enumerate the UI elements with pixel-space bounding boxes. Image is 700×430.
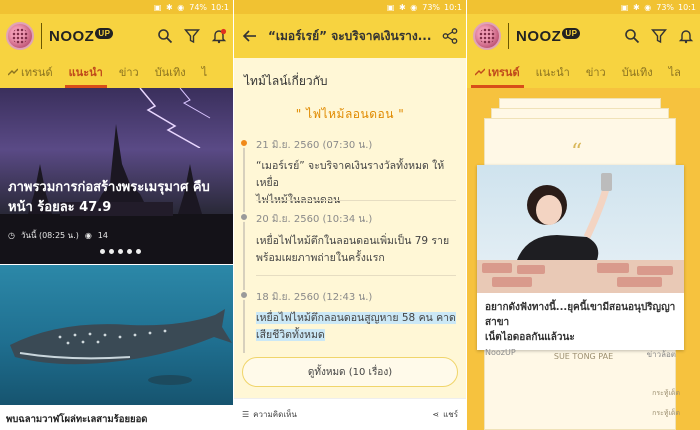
category-tabs: เทรนด์ แนะนำ ข่าว บันเทิง ไล: [467, 58, 700, 88]
status-bar: ▣ ✱ ◉ 73% 10:1: [467, 0, 700, 14]
tab-more[interactable]: ไล: [661, 63, 689, 88]
search-icon[interactable]: [157, 28, 173, 44]
credit-label: กระทู้เด็ด: [652, 409, 680, 417]
logo-divider: [41, 23, 42, 49]
share-small-icon: ⋖: [432, 410, 440, 419]
credit-label: กระทู้เด็ด: [652, 389, 680, 397]
carousel-dot[interactable]: [100, 249, 105, 254]
timeline-dot-active: [239, 138, 249, 148]
status-bar: ▣ ✱ ◉ 74% 10:1: [0, 0, 233, 14]
timeline-text-highlighted: เหยื่อไฟไหม้ตึกลอนดอนสูญหาย 58 คน คาด เส…: [256, 312, 456, 341]
tab-news[interactable]: ข่าว: [111, 63, 147, 88]
screenshot-collage: ▣ ✱ ◉ 74% 10:1 NOOZ UP เทรนด์ แนะนำ ข่าว …: [0, 0, 700, 430]
clock: 10:1: [678, 2, 696, 12]
filter-icon[interactable]: [651, 28, 667, 44]
tab-recommended[interactable]: แนะนำ: [528, 63, 578, 88]
share-icon[interactable]: [442, 28, 458, 44]
view-all-button[interactable]: ดูทั้งหมด (10 เรื่อง): [242, 357, 458, 387]
status-icons: ▣ ✱ ◉: [153, 2, 186, 12]
trend-arrow-icon: [8, 68, 18, 76]
second-headline[interactable]: พบฉลามวาฬโผล่ทะเลสามร้อยยอด: [0, 405, 233, 430]
timeline-rail: [243, 143, 245, 353]
trend-arrow-icon: [475, 68, 485, 76]
card-image: [477, 165, 684, 293]
detail-app-bar: “เมอร์เรย์” จะบริจาคเงินราง...: [234, 14, 466, 58]
clock: 10:1: [211, 2, 229, 12]
share-label: แชร์: [443, 410, 458, 419]
carousel-dot[interactable]: [118, 249, 123, 254]
app-bar: NOOZ UP: [0, 14, 233, 58]
timeline-divider: [256, 200, 456, 201]
timeline-text: เหยื่อไฟไหม้ตึกในลอนดอนเพิ่มเป็น 79 ราย …: [256, 235, 450, 264]
category-tabs: เทรนด์ แนะนำ ข่าว บันเทิง ไ: [0, 58, 233, 88]
home-feed-screen: ▣ ✱ ◉ 74% 10:1 NOOZ UP เทรนด์ แนะนำ ข่าว …: [0, 0, 233, 430]
battery-level: 74%: [189, 2, 208, 12]
detail-footer: ☰ ความคิดเห็น ⋖ แชร์: [234, 398, 466, 430]
app-bar: NOOZ UP: [467, 14, 700, 58]
timeline-date: 21 มิ.ย. 2560 (07:30 น.): [256, 140, 373, 151]
hero-headline[interactable]: ภาพรวมการก่อสร้างพระเมรุมาศ คืบหน้า ร้อย…: [8, 178, 228, 218]
trend-screen: ▣ ✱ ◉ 73% 10:1 NOOZ UP เทรนด์ แนะนำ ข่าว …: [467, 0, 700, 430]
notification-bell-icon[interactable]: [211, 28, 227, 44]
whale-shark-graphic: [10, 309, 232, 385]
notification-bell-icon[interactable]: [678, 28, 694, 44]
logo-divider: [508, 23, 509, 49]
timeline-divider: [256, 275, 456, 276]
filter-icon[interactable]: [184, 28, 200, 44]
back-arrow-icon[interactable]: [242, 28, 258, 44]
status-bar: ▣ ✱ ◉ 73% 10:1: [234, 0, 466, 14]
app-logo-text: NOOZ UP: [516, 27, 581, 45]
app-logo-text: NOOZ UP: [49, 27, 114, 45]
quote-mark-icon: “: [571, 140, 583, 165]
timeline-dot: [239, 212, 249, 222]
tab-trend[interactable]: เทรนด์: [0, 63, 61, 88]
battery-level: 73%: [422, 2, 441, 12]
search-icon[interactable]: [624, 28, 640, 44]
hero-time: วันนี้ (08:25 น.): [20, 231, 79, 240]
timeline-date: 20 มิ.ย. 2560 (10:34 น.): [256, 214, 373, 225]
tab-more[interactable]: ไ: [194, 63, 216, 88]
timeline-text: “เมอร์เรย์” จะบริจาคเงินรางวัลทั้งหมด ให…: [256, 160, 445, 206]
carousel-dot[interactable]: [136, 249, 141, 254]
selfie-woman-graphic: [477, 173, 684, 293]
tab-recommended[interactable]: แนะนำ: [61, 63, 111, 88]
timeline-dot: [239, 290, 249, 300]
clock: 10:1: [444, 2, 462, 12]
detail-title: “เมอร์เรย์” จะบริจาคเงินราง...: [268, 28, 432, 43]
clock-icon: ◷: [8, 231, 15, 240]
battery-level: 73%: [656, 2, 675, 12]
timeline-date: 18 มิ.ย. 2560 (12:43 น.): [256, 292, 373, 303]
logo-badge: UP: [562, 27, 581, 39]
carousel-indicator[interactable]: [100, 249, 141, 254]
timeline-heading: ไทม์ไลน์เกี่ยวกับ: [244, 74, 328, 88]
comment-button[interactable]: ☰ ความคิดเห็น: [242, 408, 297, 421]
tab-entertainment[interactable]: บันเทิง: [614, 63, 661, 88]
timeline-screen: ▣ ✱ ◉ 73% 10:1 “เมอร์เรย์” จะบริจาคเงินร…: [234, 0, 466, 430]
app-logo-icon: [6, 22, 34, 50]
status-icons: ▣ ✱ ◉: [620, 2, 653, 12]
footer-share-button[interactable]: ⋖ แชร์: [432, 408, 458, 421]
eye-icon: ◉: [84, 231, 92, 240]
carousel-dot[interactable]: [127, 249, 132, 254]
tab-trend[interactable]: เทรนด์: [467, 63, 528, 88]
comment-icon: ☰: [242, 410, 250, 419]
hero-views: 14: [97, 231, 108, 240]
tab-news[interactable]: ข่าว: [578, 63, 614, 88]
next-card-caption: SUE TONG PAE: [553, 352, 614, 361]
card-headline: อยากดังฟังทางนี้...ยุคนี้เขามีสอนอนุปริญ…: [485, 302, 676, 343]
trend-card[interactable]: อยากดังฟังทางนี้...ยุคนี้เขามีสอนอนุปริญ…: [477, 165, 684, 359]
whale-shark-image[interactable]: [0, 265, 233, 405]
logo-badge: UP: [95, 27, 114, 39]
comment-label: ความคิดเห็น: [253, 410, 297, 419]
tab-entertainment[interactable]: บันเทิง: [147, 63, 194, 88]
carousel-dot[interactable]: [109, 249, 114, 254]
hero-meta: ◷ วันนี้ (08:25 น.) ◉ 14: [8, 229, 108, 242]
app-logo-icon: [473, 22, 501, 50]
status-icons: ▣ ✱ ◉: [386, 2, 419, 12]
timeline-topic: " ไฟไหม้ลอนดอน ": [295, 107, 405, 121]
